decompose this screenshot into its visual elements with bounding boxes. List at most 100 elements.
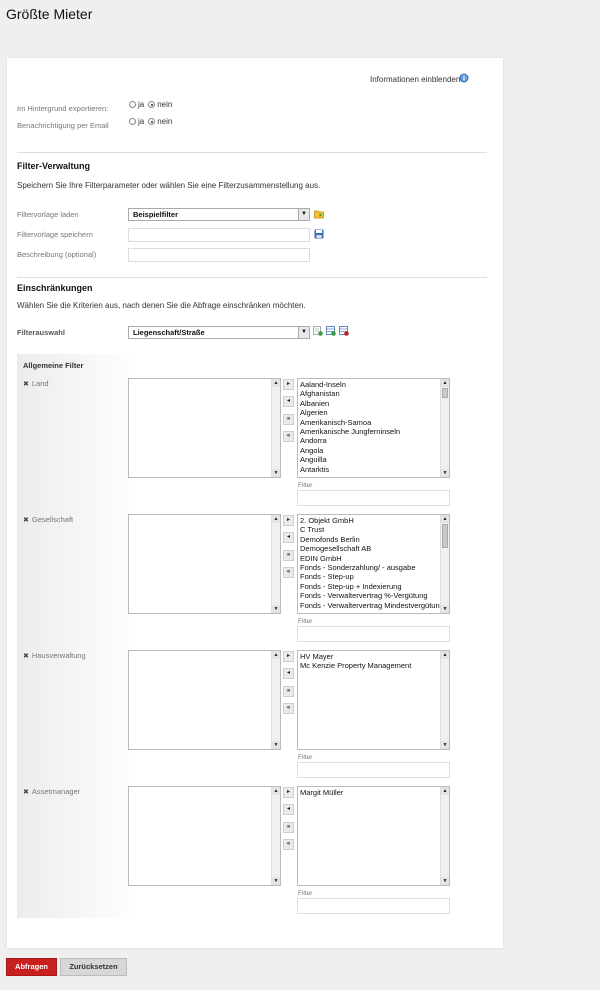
scrollbar[interactable]: ▲ ▼ [440, 787, 449, 885]
scrollbar[interactable]: ▲ ▼ [271, 787, 280, 885]
remove-filter-icon[interactable]: ✖ [23, 381, 29, 388]
list-option[interactable]: Mc Kenzie Property Management [300, 661, 411, 670]
list-option[interactable]: 2. Objekt GmbH [300, 516, 444, 525]
remove-filter-icon[interactable]: ✖ [23, 517, 29, 524]
list-option[interactable]: Anguilla [300, 455, 400, 464]
scrollbar[interactable]: ▲ ▼ [271, 651, 280, 749]
move-all-right-button[interactable]: » [283, 686, 294, 697]
land-selected-list[interactable]: ▲ ▼ [128, 378, 281, 478]
land-filter-input[interactable] [297, 490, 450, 506]
scroll-thumb[interactable] [442, 524, 448, 548]
move-all-left-button[interactable]: « [283, 567, 294, 578]
move-all-left-button[interactable]: « [283, 703, 294, 714]
restrictions-heading: Einschränkungen [17, 283, 93, 293]
move-all-left-button[interactable]: « [283, 431, 294, 442]
list-option[interactable]: Fonds - Step-up + Indexierung [300, 582, 444, 591]
list-option[interactable]: Fonds - Verwaltervertrag %-Vergütung [300, 591, 444, 600]
move-right-button[interactable]: ▸ [283, 379, 294, 390]
list-option[interactable]: Angola [300, 446, 400, 455]
remove-filter-icon[interactable]: ✖ [23, 653, 29, 660]
list-option[interactable]: Margit Müller [300, 788, 343, 797]
scroll-down-icon[interactable]: ▼ [441, 605, 449, 613]
move-right-button[interactable]: ▸ [283, 787, 294, 798]
assetmanager-filter-input[interactable] [297, 898, 450, 914]
scroll-down-icon[interactable]: ▼ [441, 469, 449, 477]
submit-button[interactable]: Abfragen [6, 958, 57, 976]
scroll-down-icon[interactable]: ▼ [272, 469, 280, 477]
land-available-list[interactable]: Aaland-Inseln Afghanistan Albanien Alger… [297, 378, 450, 478]
list-option[interactable]: Algerien [300, 408, 400, 417]
description-input[interactable] [128, 248, 310, 262]
hausverwaltung-available-list[interactable]: HV Mayer Mc Kenzie Property Management ▲… [297, 650, 450, 750]
info-link[interactable]: Informationen einblenden [370, 75, 460, 84]
list-option[interactable]: Fonds - Sonderzahlung/ - ausgabe [300, 563, 444, 572]
move-right-button[interactable]: ▸ [283, 651, 294, 662]
assetmanager-selected-list[interactable]: ▲ ▼ [128, 786, 281, 886]
reset-button[interactable]: Zurücksetzen [60, 958, 127, 976]
move-all-right-button[interactable]: » [283, 414, 294, 425]
remove-filter-icon[interactable]: ✖ [23, 789, 29, 796]
move-left-button[interactable]: ◂ [283, 668, 294, 679]
filter-selection-select[interactable]: Liegenschaft/Straße ▼ [128, 326, 310, 339]
scroll-up-icon[interactable]: ▲ [441, 379, 449, 387]
scroll-down-icon[interactable]: ▼ [272, 741, 280, 749]
scroll-down-icon[interactable]: ▼ [272, 877, 280, 885]
list-option[interactable]: Amerikanisch-Samoa [300, 418, 400, 427]
list-option[interactable]: C Trust [300, 525, 444, 534]
list-option[interactable]: Amerikanische Jungferninseln [300, 427, 400, 436]
filter-template-select[interactable]: Beispielfilter ▼ [128, 208, 310, 221]
list-option[interactable]: Antarktis [300, 465, 400, 474]
scrollbar[interactable]: ▲ ▼ [440, 379, 449, 477]
scroll-up-icon[interactable]: ▲ [441, 651, 449, 659]
move-left-button[interactable]: ◂ [283, 804, 294, 815]
move-all-right-button[interactable]: » [283, 550, 294, 561]
list-option[interactable]: Afghanistan [300, 389, 400, 398]
hausverwaltung-filter-input[interactable] [297, 762, 450, 778]
list-option[interactable]: Demofonds Berlin [300, 535, 444, 544]
gesellschaft-available-list[interactable]: 2. Objekt GmbH C Trust Demofonds Berlin … [297, 514, 450, 614]
scroll-up-icon[interactable]: ▲ [441, 787, 449, 795]
email-notification-no-radio[interactable] [148, 118, 156, 126]
scrollbar[interactable]: ▲ ▼ [271, 379, 280, 477]
filter-template-save-input[interactable] [128, 228, 310, 242]
scroll-down-icon[interactable]: ▼ [441, 877, 449, 885]
add-filter-icon[interactable] [313, 326, 323, 336]
scroll-down-icon[interactable]: ▼ [272, 605, 280, 613]
assetmanager-available-list[interactable]: Margit Müller ▲ ▼ [297, 786, 450, 886]
scrollbar[interactable]: ▲ ▼ [440, 651, 449, 749]
list-option[interactable]: Andorra [300, 436, 400, 445]
gesellschaft-filter-input[interactable] [297, 626, 450, 642]
move-all-left-button[interactable]: « [283, 839, 294, 850]
scroll-up-icon[interactable]: ▲ [272, 787, 280, 795]
scrollbar[interactable]: ▲ ▼ [271, 515, 280, 613]
email-notification-radios: ja nein [129, 117, 176, 126]
hausverwaltung-selected-list[interactable]: ▲ ▼ [128, 650, 281, 750]
load-folder-icon[interactable] [314, 209, 324, 219]
list-option[interactable]: Albanien [300, 399, 400, 408]
background-export-no-radio[interactable] [148, 101, 156, 109]
list-option[interactable]: Fonds - Verwaltervertrag Mindestvergütun… [300, 601, 444, 610]
info-icon[interactable] [459, 73, 469, 83]
list-option[interactable]: HV Mayer [300, 652, 411, 661]
remove-filters-icon[interactable] [339, 326, 349, 336]
background-export-yes-radio[interactable] [129, 101, 136, 109]
scroll-up-icon[interactable]: ▲ [272, 515, 280, 523]
move-all-right-button[interactable]: » [283, 822, 294, 833]
list-option[interactable]: Aaland-Inseln [300, 380, 400, 389]
email-notification-yes-radio[interactable] [129, 118, 136, 126]
scroll-up-icon[interactable]: ▲ [272, 651, 280, 659]
scroll-up-icon[interactable]: ▲ [441, 515, 449, 523]
scroll-thumb[interactable] [442, 388, 448, 398]
move-left-button[interactable]: ◂ [283, 532, 294, 543]
gesellschaft-selected-list[interactable]: ▲ ▼ [128, 514, 281, 614]
scroll-down-icon[interactable]: ▼ [441, 741, 449, 749]
scrollbar[interactable]: ▲ ▼ [440, 515, 449, 613]
list-option[interactable]: Demogesellschaft AB [300, 544, 444, 553]
list-option[interactable]: EDIN GmbH [300, 554, 444, 563]
save-disk-icon[interactable] [314, 229, 324, 239]
scroll-up-icon[interactable]: ▲ [272, 379, 280, 387]
move-right-button[interactable]: ▸ [283, 515, 294, 526]
move-left-button[interactable]: ◂ [283, 396, 294, 407]
add-all-filters-icon[interactable] [326, 326, 336, 336]
list-option[interactable]: Fonds - Step-up [300, 572, 444, 581]
